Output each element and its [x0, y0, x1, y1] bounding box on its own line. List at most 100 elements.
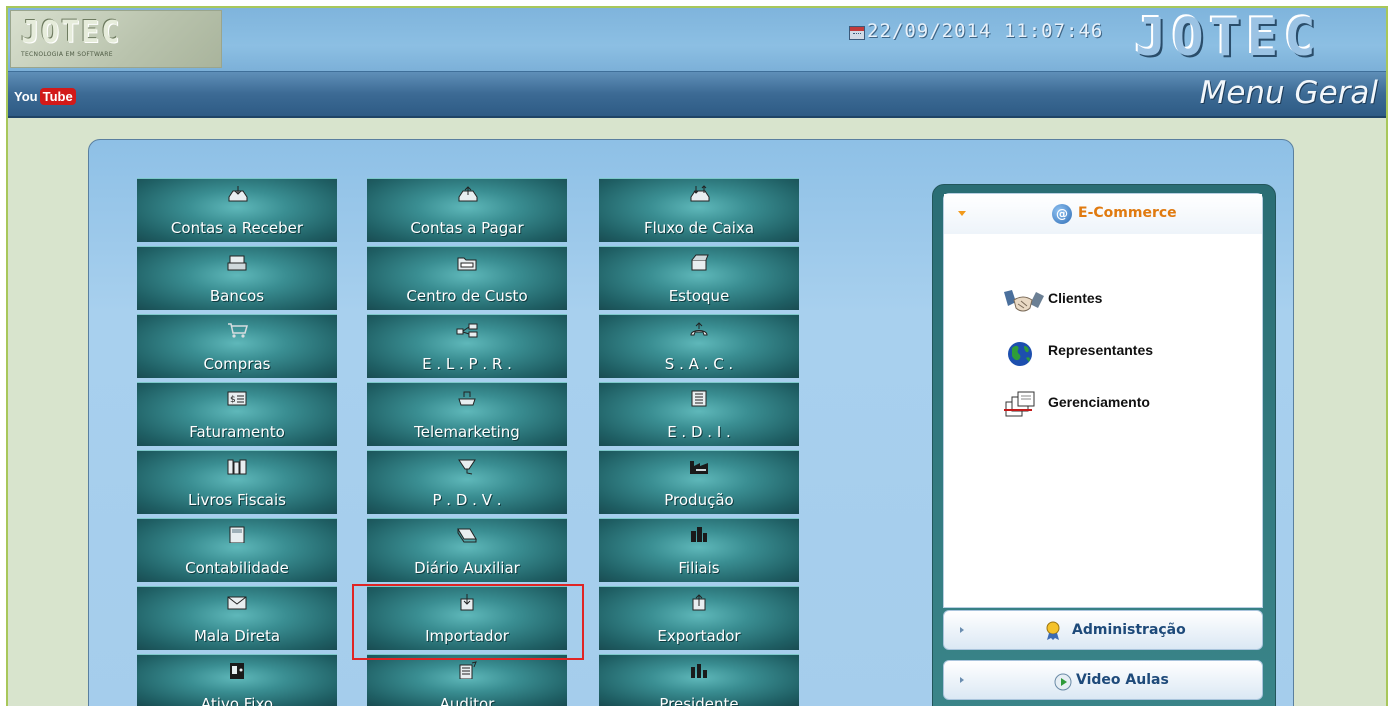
books-icon	[227, 459, 247, 475]
module-button-faturamento[interactable]: $ Faturamento	[137, 382, 337, 446]
module-label: Telemarketing	[414, 423, 520, 441]
module-label: P . D . V .	[432, 491, 502, 509]
video-play-icon	[1054, 673, 1072, 691]
module-button-contabilidade[interactable]: Contabilidade	[137, 518, 337, 582]
module-button-exportador[interactable]: Exportador	[599, 586, 799, 650]
module-label: Auditor	[439, 695, 495, 706]
telephone-icon	[690, 322, 708, 336]
audit-icon	[459, 661, 477, 679]
module-button-p-d-v[interactable]: P . D . V .	[367, 450, 567, 514]
highlight-box	[352, 584, 584, 660]
handshake-icon	[1004, 290, 1044, 312]
module-button-contas-a-receber[interactable]: Contas a Receber	[137, 178, 337, 242]
factory-icon	[690, 461, 708, 474]
youtube-link[interactable]: You Tube	[14, 87, 76, 105]
module-label: Faturamento	[189, 423, 285, 441]
administracao-label: Administração	[1072, 622, 1186, 638]
cash-register-icon	[227, 255, 247, 271]
tray-arrows-icon	[690, 185, 710, 202]
export-icon	[692, 594, 706, 611]
module-button-s-a-c[interactable]: S . A . C .	[599, 314, 799, 378]
module-button-filiais[interactable]: Filiais	[599, 518, 799, 582]
envelope-icon	[227, 596, 247, 610]
module-button-mala-direta[interactable]: Mala Direta	[137, 586, 337, 650]
ecommerce-title: E-Commerce	[1078, 205, 1177, 221]
module-button-diário-auxiliar[interactable]: Diário Auxiliar	[367, 518, 567, 582]
module-button-livros-fiscais[interactable]: Livros Fiscais	[137, 450, 337, 514]
module-label: Compras	[203, 355, 271, 373]
date-time: 22/09/2014 11:07:46	[867, 20, 1104, 42]
module-label: Diário Auxiliar	[414, 559, 520, 577]
module-label: Filiais	[678, 559, 720, 577]
module-label: S . A . C .	[664, 355, 734, 373]
inbox-tray-icon	[228, 186, 248, 202]
brand-logo-right: JOTEC	[1135, 8, 1322, 68]
module-button-presidente[interactable]: Presidente	[599, 654, 799, 706]
ecommerce-item-label: Clientes	[1048, 290, 1103, 306]
notebook-icon	[457, 528, 477, 543]
module-button-compras[interactable]: Compras	[137, 314, 337, 378]
shopping-cart-icon	[228, 323, 248, 338]
ecommerce-section: @ E-Commerce Clientes Representantes Ger…	[943, 193, 1263, 608]
ecommerce-item-label: Gerenciamento	[1048, 394, 1150, 410]
module-label: Centro de Custo	[406, 287, 528, 305]
module-button-estoque[interactable]: Estoque	[599, 246, 799, 310]
module-label: Mala Direta	[193, 627, 281, 645]
caret-right-icon	[960, 627, 964, 633]
module-label: Ativo Fixo	[200, 695, 274, 706]
module-button-fluxo-de-caixa[interactable]: Fluxo de Caixa	[599, 178, 799, 242]
ecommerce-item-label: Representantes	[1048, 342, 1154, 358]
module-label: Estoque	[668, 287, 730, 305]
module-button-auditor[interactable]: Auditor	[367, 654, 567, 706]
caret-down-icon	[958, 211, 966, 216]
module-label: Livros Fiscais	[188, 491, 286, 509]
youtube-tube-text: Tube	[39, 87, 76, 105]
page-title: Menu Geral	[1199, 75, 1378, 111]
module-button-contas-a-pagar[interactable]: Contas a Pagar	[367, 178, 567, 242]
stacked-documents-icon	[1004, 391, 1035, 417]
video-aulas-label: Video Aulas	[1076, 672, 1169, 688]
open-box-icon	[691, 254, 709, 271]
module-label: Contabilidade	[185, 559, 289, 577]
svg-text:$: $	[230, 395, 236, 405]
title-bar: You Tube Menu Geral	[8, 72, 1386, 118]
at-sign-icon: @	[1052, 204, 1072, 224]
barcode-scanner-icon	[458, 459, 476, 475]
module-button-ativo-fixo[interactable]: Ativo Fixo	[137, 654, 337, 706]
module-button-bancos[interactable]: Bancos	[137, 246, 337, 310]
network-nodes-icon	[456, 323, 478, 338]
invoice-icon: $	[227, 391, 247, 406]
module-label: Fluxo de Caixa	[643, 219, 755, 237]
calculator-icon	[229, 526, 245, 543]
module-button-e-l-p-r[interactable]: E . L . P . R .	[367, 314, 567, 378]
top-header: JOTEC TECNOLOGIA EM SOFTWARE 22/09/2014 …	[8, 8, 1386, 72]
ecommerce-header[interactable]: @ E-Commerce	[944, 194, 1262, 234]
module-label: Produção	[664, 491, 734, 509]
document-list-icon	[691, 390, 707, 407]
module-label: E . L . P . R .	[422, 355, 512, 373]
calendar-icon	[849, 26, 865, 40]
accordion-administracao[interactable]: Administração	[943, 610, 1263, 650]
module-label: Contas a Pagar	[410, 219, 524, 237]
folder-drawer-icon	[457, 257, 477, 271]
accordion-video-aulas[interactable]: Video Aulas	[943, 660, 1263, 700]
module-label: E . D . I .	[667, 423, 731, 441]
module-button-telemarketing[interactable]: Telemarketing	[367, 382, 567, 446]
module-label: Exportador	[657, 627, 741, 645]
caret-right-icon	[960, 677, 964, 683]
module-label: Bancos	[209, 287, 265, 305]
module-button-centro-de-custo[interactable]: Centro de Custo	[367, 246, 567, 310]
jotec-logo: JOTEC TECNOLOGIA EM SOFTWARE	[10, 10, 222, 68]
logo-subtitle: TECNOLOGIA EM SOFTWARE	[21, 51, 113, 58]
module-button-e-d-i[interactable]: E . D . I .	[599, 382, 799, 446]
youtube-you-text: You	[14, 88, 38, 104]
globe-icon	[1008, 342, 1032, 366]
phone-tray-icon	[458, 391, 476, 406]
module-button-produção[interactable]: Produção	[599, 450, 799, 514]
bar-chart-icon	[691, 664, 707, 678]
module-label: Contas a Receber	[170, 219, 304, 237]
safe-icon	[230, 663, 244, 679]
logo-text: JOTEC	[21, 15, 122, 50]
module-label: Presidente	[659, 695, 739, 706]
award-ribbon-icon	[1046, 621, 1060, 640]
